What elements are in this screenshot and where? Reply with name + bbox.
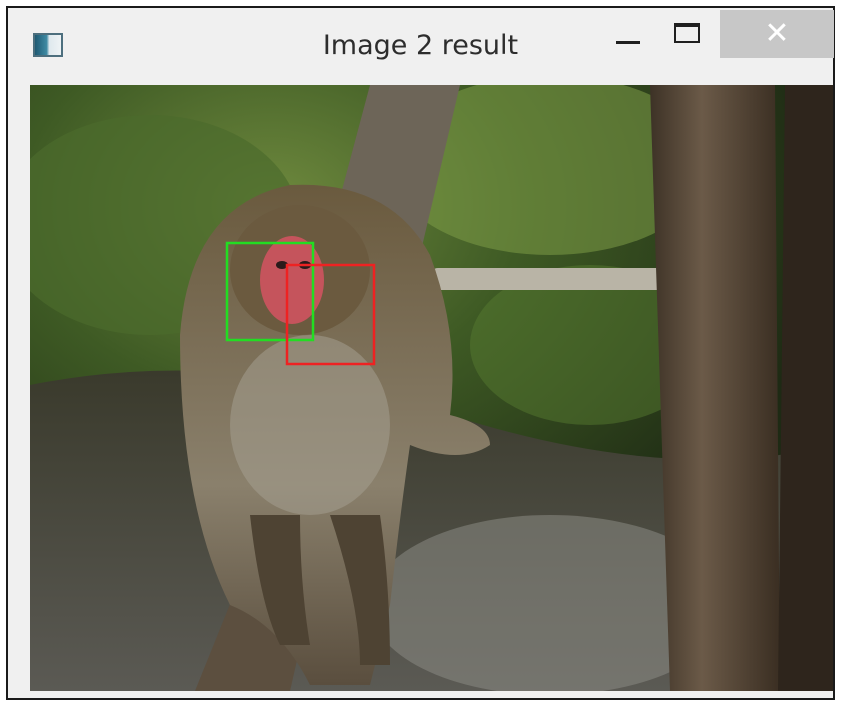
close-button[interactable]: ✕ bbox=[720, 10, 834, 58]
tree-trunk-edge bbox=[778, 85, 833, 691]
branch bbox=[430, 268, 665, 290]
close-icon: ✕ bbox=[764, 16, 790, 51]
maximize-icon bbox=[674, 23, 700, 43]
result-image bbox=[30, 85, 833, 691]
minimize-icon bbox=[616, 41, 640, 44]
monkey-face bbox=[260, 236, 324, 324]
maximize-button[interactable] bbox=[660, 10, 710, 58]
title-bar[interactable]: Image 2 result ✕ bbox=[8, 8, 834, 84]
monkey-photo bbox=[30, 85, 833, 691]
result-window: Image 2 result ✕ bbox=[6, 6, 835, 700]
minimize-button[interactable] bbox=[604, 10, 654, 58]
tree-trunk-right bbox=[650, 85, 780, 691]
app-icon[interactable] bbox=[33, 33, 63, 57]
